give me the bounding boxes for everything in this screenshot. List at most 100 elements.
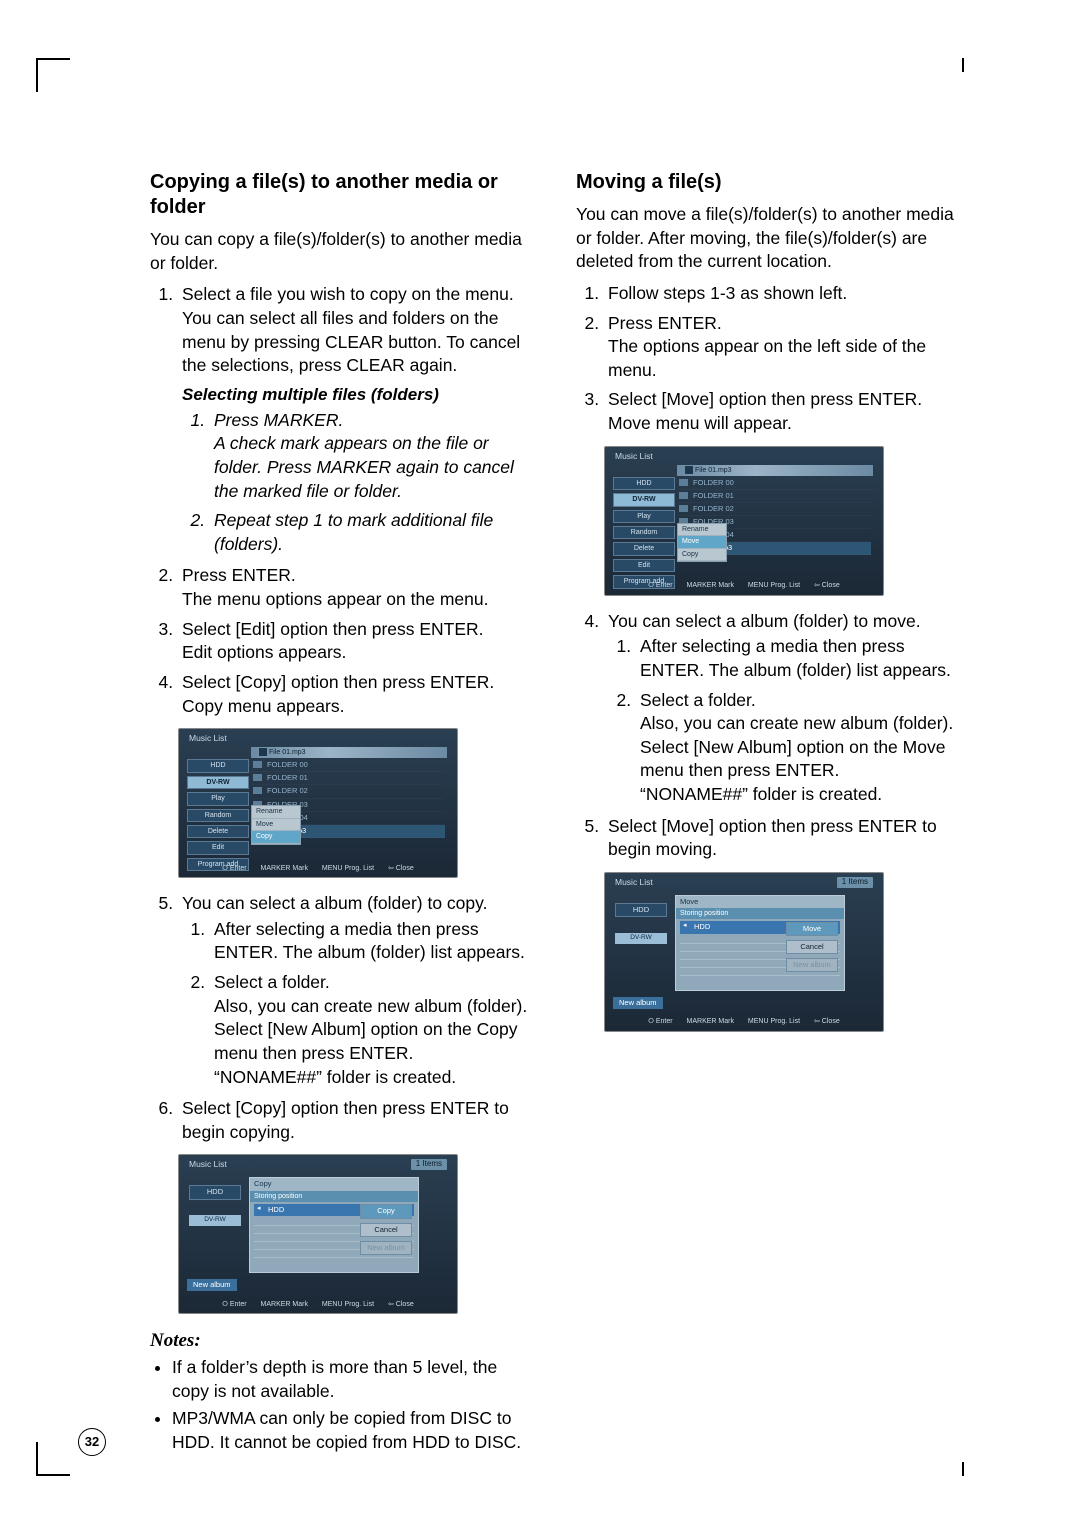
chip-edit: Edit bbox=[613, 559, 675, 572]
left-column: Copying a file(s) to another media or fo… bbox=[150, 170, 534, 1459]
footer-close: ⇦ Close bbox=[388, 1301, 414, 1308]
ui-item-count: 1 Items bbox=[837, 877, 873, 888]
modal-title: Copy bbox=[250, 1178, 418, 1190]
steps-copying: Select a file you wish to copy on the me… bbox=[150, 283, 534, 718]
crop-mark-top-left bbox=[36, 58, 70, 92]
ui-title: Music List bbox=[615, 877, 653, 888]
btn-new-album: New album bbox=[360, 1241, 412, 1255]
copy-modal: Copy Storing position HDD Copy Cancel Ne… bbox=[249, 1177, 419, 1273]
footer-close: ⇦ Close bbox=[388, 865, 414, 872]
crop-mark-bottom-left bbox=[36, 1442, 70, 1476]
chip-hdd: HDD bbox=[187, 759, 249, 772]
move-modal: Move Storing position HDD Move Cancel Ne… bbox=[675, 895, 845, 991]
sub-heading-selecting: Selecting multiple files (folders) bbox=[182, 384, 534, 407]
modal-subtitle: Storing position bbox=[676, 908, 844, 919]
step3: Select [Edit] option then press ENTER. E… bbox=[178, 618, 534, 665]
intro-copying: You can copy a file(s)/folder(s) to anot… bbox=[150, 228, 534, 275]
popup-rename: Rename bbox=[252, 806, 300, 818]
footer-menu: MENU Prog. List bbox=[748, 582, 800, 589]
chip-random: Random bbox=[187, 809, 249, 822]
steps-copying-cont: You can select a album (folder) to copy.… bbox=[150, 892, 534, 1144]
chip-edit: Edit bbox=[187, 841, 249, 854]
m-step2: Press ENTER. The options appear on the l… bbox=[604, 312, 960, 383]
modal-buttons: Copy Cancel New album bbox=[360, 1204, 412, 1254]
list-item: FOLDER 00 bbox=[251, 759, 445, 772]
ui-footer: ⭘ Enter MARKER Mark MENU Prog. List ⇦ Cl… bbox=[605, 581, 883, 590]
ui-header-row: File 01.mp3 bbox=[677, 465, 873, 476]
footer-mark: MARKER Mark bbox=[261, 1301, 308, 1308]
modal-buttons: Move Cancel New album bbox=[786, 922, 838, 972]
footer-enter: ⭘ Enter bbox=[222, 1301, 246, 1308]
screenshot-move-dialog: Music List 1 Items HDD DV-RW New album M… bbox=[604, 872, 884, 1032]
btn-new-album: New album bbox=[786, 958, 838, 972]
m-step4-2: Select a folder. Also, you can create ne… bbox=[636, 689, 960, 807]
notes-heading: Notes: bbox=[150, 1328, 534, 1354]
screenshot-copy-dialog: Music List 1 Items HDD DV-RW New album C… bbox=[178, 1154, 458, 1314]
step1: Select a file you wish to copy on the me… bbox=[178, 283, 534, 556]
note-icon bbox=[685, 466, 693, 474]
step5-text: You can select a album (folder) to copy. bbox=[182, 893, 487, 913]
ui-header-row: File 01.mp3 bbox=[251, 747, 447, 758]
step6: Select [Copy] option then press ENTER to… bbox=[178, 1097, 534, 1144]
ui-edit-popup: Rename Move Copy bbox=[677, 523, 727, 562]
ui-footer: ⭘ Enter MARKER Mark MENU Prog. List ⇦ Cl… bbox=[179, 1300, 457, 1309]
chip-hdd: HDD bbox=[613, 477, 675, 490]
content-columns: Copying a file(s) to another media or fo… bbox=[150, 170, 960, 1459]
crop-mark-top-right bbox=[950, 58, 964, 72]
notes-list: If a folder’s depth is more than 5 level… bbox=[150, 1356, 534, 1455]
heading-moving: Moving a file(s) bbox=[576, 170, 960, 195]
btn-copy: Copy bbox=[360, 1204, 412, 1218]
chip-dvd: DV-RW bbox=[615, 933, 667, 944]
page-number: 32 bbox=[78, 1428, 106, 1456]
list-item: FOLDER 00 bbox=[677, 477, 871, 490]
footer-menu: MENU Prog. List bbox=[322, 1301, 374, 1308]
list-item: FOLDER 02 bbox=[251, 785, 445, 798]
sub-steps-selecting: Press MARKER. A check mark appears on th… bbox=[182, 409, 534, 557]
step2: Press ENTER. The menu options appear on … bbox=[178, 564, 534, 611]
step5-1: After selecting a media then press ENTER… bbox=[210, 918, 534, 965]
ui-edit-popup: Rename Move Copy bbox=[251, 805, 301, 844]
m-step4-text: You can select a album (folder) to move. bbox=[608, 611, 921, 631]
btn-cancel: Cancel bbox=[360, 1223, 412, 1237]
m-step1: Follow steps 1-3 as shown left. bbox=[604, 282, 960, 306]
step5-sub: After selecting a media then press ENTER… bbox=[182, 918, 534, 1089]
popup-move: Move bbox=[252, 819, 300, 831]
popup-copy: Copy bbox=[252, 831, 300, 843]
step1-text: Select a file you wish to copy on the me… bbox=[182, 284, 520, 375]
intro-moving: You can move a file(s)/folder(s) to anot… bbox=[576, 203, 960, 274]
ui-title: Music List bbox=[189, 1159, 227, 1170]
footer-enter: ⭘ Enter bbox=[648, 1018, 672, 1025]
list-item: FOLDER 01 bbox=[251, 772, 445, 785]
chip-dvd: DV-RW bbox=[613, 493, 675, 506]
screenshot-copy-menu: Music List File 01.mp3 HDD DV-RW Play Ra… bbox=[178, 728, 458, 878]
footer-mark: MARKER Mark bbox=[261, 865, 308, 872]
footer-close: ⇦ Close bbox=[814, 1018, 840, 1025]
popup-rename: Rename bbox=[678, 524, 726, 536]
ui-title: Music List bbox=[189, 733, 227, 744]
btn-move: Move bbox=[786, 922, 838, 936]
m-step4-1: After selecting a media then press ENTER… bbox=[636, 635, 960, 682]
modal-title: Move bbox=[676, 896, 844, 908]
list-item: FOLDER 01 bbox=[677, 490, 871, 503]
footer-menu: MENU Prog. List bbox=[322, 865, 374, 872]
steps-moving-cont: You can select a album (folder) to move.… bbox=[576, 610, 960, 862]
chip-new-album: New album bbox=[613, 997, 663, 1009]
step5-2: Select a folder. Also, you can create ne… bbox=[210, 971, 534, 1089]
step4: Select [Copy] option then press ENTER. C… bbox=[178, 671, 534, 718]
chip-new-album: New album bbox=[187, 1279, 237, 1291]
footer-close: ⇦ Close bbox=[814, 582, 840, 589]
sub-step2: Repeat step 1 to mark additional file (f… bbox=[210, 509, 534, 556]
right-column: Moving a file(s) You can move a file(s)/… bbox=[576, 170, 960, 1459]
steps-moving: Follow steps 1-3 as shown left. Press EN… bbox=[576, 282, 960, 436]
heading-copying: Copying a file(s) to another media or fo… bbox=[150, 170, 534, 220]
popup-copy: Copy bbox=[678, 549, 726, 561]
list-item: FOLDER 02 bbox=[677, 503, 871, 516]
chip-play: Play bbox=[613, 510, 675, 523]
footer-enter: ⭘ Enter bbox=[222, 865, 246, 872]
note-icon bbox=[259, 748, 267, 756]
ui-footer: ⭘ Enter MARKER Mark MENU Prog. List ⇦ Cl… bbox=[179, 864, 457, 873]
btn-cancel: Cancel bbox=[786, 940, 838, 954]
ui-title: Music List bbox=[615, 451, 653, 462]
ui-item-count: 1 Items bbox=[411, 1159, 447, 1170]
step5: You can select a album (folder) to copy.… bbox=[178, 892, 534, 1089]
